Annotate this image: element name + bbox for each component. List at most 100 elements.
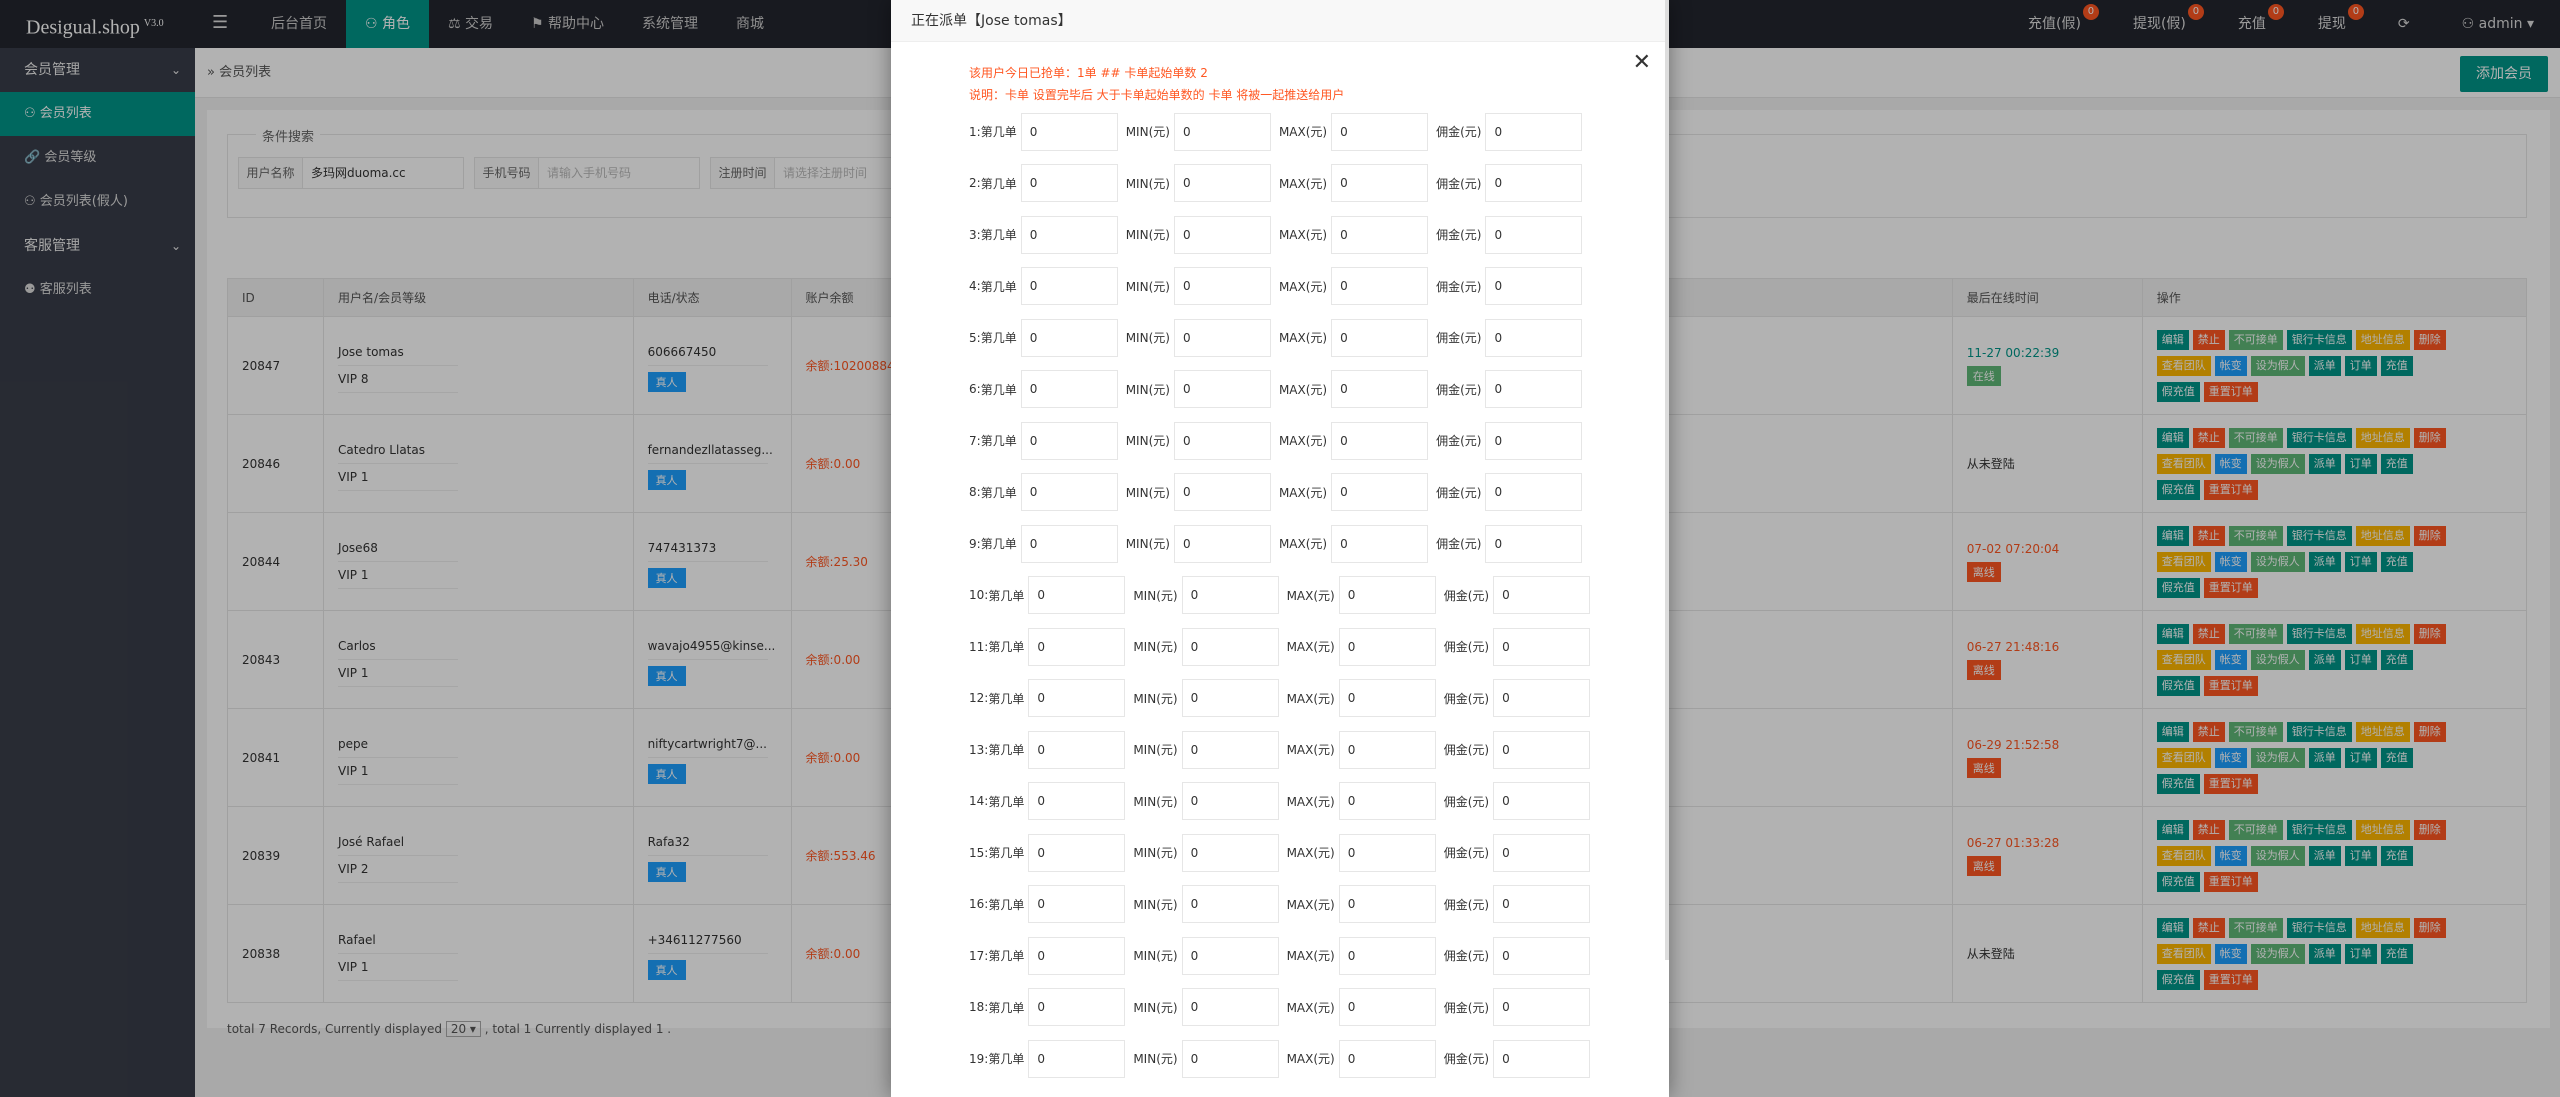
order-input[interactable]: 0: [1020, 524, 1118, 563]
commission-input[interactable]: 0: [1493, 627, 1591, 666]
order-input[interactable]: 0: [1020, 267, 1118, 306]
commission-input[interactable]: 0: [1485, 215, 1583, 254]
commission-input[interactable]: 0: [1485, 267, 1583, 306]
min-input[interactable]: 0: [1173, 524, 1271, 563]
max-input[interactable]: 0: [1338, 988, 1436, 1027]
max-input[interactable]: 0: [1331, 164, 1429, 203]
dispatch-row: 2: 第几单 0 MIN(元) 0 MAX(元) 0 佣金(元) 0: [969, 158, 1669, 210]
max-input[interactable]: 0: [1338, 833, 1436, 872]
order-label: 第几单: [980, 434, 1017, 449]
order-input[interactable]: 0: [1020, 215, 1118, 254]
max-label: MAX(元): [1286, 743, 1335, 758]
min-input[interactable]: 0: [1181, 576, 1279, 615]
max-input[interactable]: 0: [1331, 421, 1429, 460]
min-input[interactable]: 0: [1173, 421, 1271, 460]
commission-label: 佣金(元): [1443, 691, 1490, 706]
commission-input[interactable]: 0: [1493, 679, 1591, 718]
commission-input[interactable]: 0: [1485, 318, 1583, 357]
modal-scrollbar[interactable]: [1665, 0, 1669, 960]
commission-input[interactable]: 0: [1485, 112, 1583, 151]
commission-input[interactable]: 0: [1493, 576, 1591, 615]
max-label: MAX(元): [1278, 485, 1328, 500]
max-input[interactable]: 0: [1331, 318, 1429, 357]
commission-input[interactable]: 0: [1493, 885, 1591, 924]
modal-title: 正在派单【Jose tomas】: [891, 0, 1669, 42]
order-input[interactable]: 0: [1020, 473, 1118, 512]
max-label: MAX(元): [1286, 949, 1335, 964]
max-input[interactable]: 0: [1338, 936, 1436, 975]
order-input[interactable]: 0: [1028, 988, 1126, 1027]
max-input[interactable]: 0: [1338, 627, 1436, 666]
max-input[interactable]: 0: [1331, 524, 1429, 563]
order-label: 第几单: [988, 743, 1025, 758]
min-input[interactable]: 0: [1173, 267, 1271, 306]
order-input[interactable]: 0: [1028, 782, 1126, 821]
commission-input[interactable]: 0: [1485, 370, 1583, 409]
min-input[interactable]: 0: [1173, 164, 1271, 203]
min-label: MIN(元): [1125, 537, 1170, 552]
commission-label: 佣金(元): [1436, 382, 1482, 397]
commission-input[interactable]: 0: [1485, 421, 1583, 460]
max-input[interactable]: 0: [1331, 267, 1429, 306]
commission-input[interactable]: 0: [1493, 833, 1591, 872]
order-input[interactable]: 0: [1020, 318, 1118, 357]
min-label: MIN(元): [1125, 485, 1170, 500]
order-input[interactable]: 0: [1028, 936, 1126, 975]
min-input[interactable]: 0: [1181, 730, 1279, 769]
max-input[interactable]: 0: [1338, 576, 1436, 615]
min-input[interactable]: 0: [1181, 782, 1279, 821]
min-input[interactable]: 0: [1173, 473, 1271, 512]
max-input[interactable]: 0: [1338, 730, 1436, 769]
order-input[interactable]: 0: [1028, 576, 1126, 615]
commission-input[interactable]: 0: [1485, 164, 1583, 203]
order-label: 第几单: [980, 537, 1017, 552]
min-label: MIN(元): [1133, 588, 1178, 603]
max-input[interactable]: 0: [1338, 885, 1436, 924]
dispatch-row: 6: 第几单 0 MIN(元) 0 MAX(元) 0 佣金(元) 0: [969, 364, 1669, 416]
order-input[interactable]: 0: [1028, 1039, 1126, 1078]
max-label: MAX(元): [1278, 125, 1328, 140]
order-input[interactable]: 0: [1020, 164, 1118, 203]
min-label: MIN(元): [1133, 794, 1178, 809]
min-input[interactable]: 0: [1173, 370, 1271, 409]
min-input[interactable]: 0: [1181, 885, 1279, 924]
commission-label: 佣金(元): [1436, 434, 1482, 449]
max-input[interactable]: 0: [1338, 1039, 1436, 1078]
min-input[interactable]: 0: [1173, 318, 1271, 357]
commission-input[interactable]: 0: [1493, 1039, 1591, 1078]
order-input[interactable]: 0: [1028, 627, 1126, 666]
dispatch-row: 18: 第几单 0 MIN(元) 0 MAX(元) 0 佣金(元) 0: [969, 982, 1669, 1034]
order-input[interactable]: 0: [1028, 885, 1126, 924]
max-input[interactable]: 0: [1331, 112, 1429, 151]
min-input[interactable]: 0: [1181, 936, 1279, 975]
min-input[interactable]: 0: [1181, 679, 1279, 718]
min-input[interactable]: 0: [1181, 988, 1279, 1027]
min-input[interactable]: 0: [1181, 1039, 1279, 1078]
commission-input[interactable]: 0: [1485, 524, 1583, 563]
order-input[interactable]: 0: [1028, 833, 1126, 872]
order-input[interactable]: 0: [1020, 112, 1118, 151]
max-label: MAX(元): [1286, 897, 1335, 912]
order-input[interactable]: 0: [1028, 730, 1126, 769]
max-input[interactable]: 0: [1338, 679, 1436, 718]
min-input[interactable]: 0: [1173, 112, 1271, 151]
commission-input[interactable]: 0: [1493, 988, 1591, 1027]
dispatch-row: 9: 第几单 0 MIN(元) 0 MAX(元) 0 佣金(元) 0: [969, 518, 1669, 570]
commission-input[interactable]: 0: [1493, 782, 1591, 821]
order-input[interactable]: 0: [1020, 370, 1118, 409]
max-input[interactable]: 0: [1338, 782, 1436, 821]
commission-input[interactable]: 0: [1493, 730, 1591, 769]
commission-label: 佣金(元): [1436, 331, 1482, 346]
order-input[interactable]: 0: [1028, 679, 1126, 718]
commission-input[interactable]: 0: [1485, 473, 1583, 512]
min-input[interactable]: 0: [1173, 215, 1271, 254]
row-number: 19:: [969, 1051, 989, 1066]
order-input[interactable]: 0: [1020, 421, 1118, 460]
max-input[interactable]: 0: [1331, 473, 1429, 512]
commission-input[interactable]: 0: [1493, 936, 1591, 975]
min-input[interactable]: 0: [1181, 833, 1279, 872]
max-input[interactable]: 0: [1331, 370, 1429, 409]
max-input[interactable]: 0: [1331, 215, 1429, 254]
min-input[interactable]: 0: [1181, 627, 1279, 666]
modal-note-2: 说明：卡单 设置完毕后 大于卡单起始单数的 卡单 将被一起推送给用户: [969, 88, 1345, 102]
